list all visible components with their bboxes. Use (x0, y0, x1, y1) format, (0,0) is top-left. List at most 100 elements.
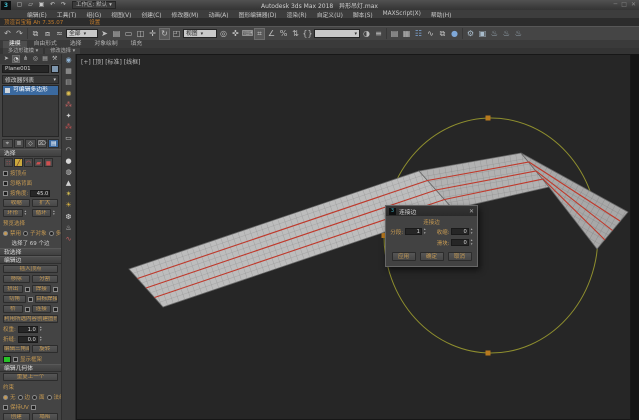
unlink-selection-icon[interactable]: ⧈ (42, 28, 53, 40)
insert-vertex-button[interactable]: 插入顶点 (3, 265, 58, 273)
graphite-ribbon-icon[interactable]: ▦ (401, 28, 412, 40)
open-file-icon[interactable]: ▱ (26, 1, 35, 9)
use-pivot-point-center-icon[interactable]: ◎ (218, 28, 229, 40)
layer-manager-icon[interactable]: ▤ (389, 28, 400, 40)
undo-icon[interactable]: ↶ (48, 1, 57, 9)
modifier-stack[interactable]: 可编辑多边形 (2, 85, 59, 137)
bulb-icon[interactable]: ✺ (63, 90, 74, 99)
chamfer-settings-button[interactable] (28, 297, 33, 302)
cone-icon[interactable]: ▲ (63, 179, 74, 188)
ok-button[interactable]: 确定 (420, 252, 444, 261)
target-weld-button[interactable]: 目标焊接 (35, 295, 58, 303)
render-activeshade-icon[interactable]: ♨ (513, 28, 524, 40)
create-shape-from-selection-button[interactable]: 利用所选内容创建图形 (3, 315, 58, 323)
sphere-icon[interactable]: ● (63, 157, 74, 166)
minimize-button[interactable]: ─ (614, 1, 618, 8)
by-angle-checkbox[interactable] (3, 191, 8, 196)
viewport-label[interactable]: [+] [顶] [标准] [线框] (81, 57, 140, 66)
modify-tab-icon[interactable]: ◔ (12, 55, 21, 63)
schematic-view-icon[interactable]: ⧉ (437, 28, 448, 40)
rollout-soft-selection[interactable]: 软选择 (0, 248, 61, 256)
select-and-link-icon[interactable]: ⧉ (30, 28, 41, 40)
connect-edges-dialog[interactable]: 3 连接边 ✕ 连接边 分段: 1 ▴▾ 收缩: 0 ▴▾ 滑块: 0 ▴▾ 应 (385, 205, 478, 267)
stack-item-editable-poly[interactable]: 可编辑多边形 (3, 86, 58, 95)
select-and-manipulate-icon[interactable]: ✜ (230, 28, 241, 40)
slide-spinner[interactable]: 0 (451, 239, 468, 246)
select-object-icon[interactable]: ➤ (99, 28, 110, 40)
reference-coordinate-system-dropdown[interactable]: 视图▾ (183, 29, 217, 38)
subobject-vertex-icon[interactable]: ∷ (4, 158, 13, 167)
plugin-bar-extra[interactable]: 设置 (89, 18, 100, 26)
snaps-toggle-icon[interactable]: ⌗ (254, 28, 265, 40)
dome-icon[interactable]: ◠ (63, 146, 74, 155)
preserve-uv-settings-button[interactable] (31, 405, 36, 410)
subobject-element-icon[interactable]: ◼ (44, 158, 53, 167)
connect-settings-button[interactable] (53, 307, 58, 312)
pinch-spinner[interactable]: 0 (451, 228, 468, 235)
dialog-title-bar[interactable]: 3 连接边 ✕ (386, 206, 477, 216)
angle-snap-icon[interactable]: ∠ (266, 28, 277, 40)
ribbon-tab-populate[interactable]: 填充 (125, 41, 149, 48)
ribbon-tab-freeform[interactable]: 自由形式 (28, 41, 63, 48)
preserve-uv-checkbox[interactable] (3, 405, 8, 410)
spray2-icon[interactable]: ⁂ (63, 123, 74, 132)
window-crossing-icon[interactable]: ◫ (135, 28, 146, 40)
crease-spinner[interactable]: 0.0 (18, 336, 38, 343)
undo-icon[interactable]: ↶ (2, 28, 13, 40)
render-production-icon[interactable]: ♨ (489, 28, 500, 40)
helix-icon[interactable]: ∿ (63, 235, 74, 244)
render-setup-icon[interactable]: ⚙ (465, 28, 476, 40)
light-icon[interactable]: ✦ (63, 112, 74, 121)
keyboard-shortcut-override-icon[interactable]: ⌨ (242, 28, 253, 40)
loop-spinner[interactable]: ▴▾ (53, 210, 58, 217)
grid-icon[interactable]: ▦ (63, 67, 74, 76)
configure-modifier-sets-icon[interactable]: ▤ (48, 139, 59, 148)
menu-maxscript[interactable]: MAXScript(X) (378, 11, 426, 17)
rollout-edit-geometry[interactable]: 编辑几何体 (0, 364, 61, 372)
ribbon-tab-object-paint[interactable]: 对象绘制 (88, 41, 123, 48)
create-tab-icon[interactable]: ➤ (2, 55, 11, 63)
shrink-button[interactable]: 收缩 (3, 199, 30, 207)
ring-button[interactable]: 环形 (3, 209, 23, 217)
remove-button[interactable]: 移除 (3, 275, 30, 283)
select-and-rotate-icon[interactable]: ↻ (159, 28, 170, 40)
grow-button[interactable]: 扩大 (32, 199, 59, 207)
sun-icon[interactable]: ☀ (63, 201, 74, 210)
preview-subobject-radio[interactable] (23, 231, 28, 236)
star-icon[interactable]: ✶ (63, 190, 74, 199)
spray-icon[interactable]: ⁂ (63, 101, 74, 110)
select-and-scale-icon[interactable]: ◰ (171, 28, 182, 40)
subobject-border-icon[interactable]: ◠ (24, 158, 33, 167)
modifier-list-dropdown[interactable]: 修改器列表 ▾ (2, 75, 59, 84)
rollout-selection[interactable]: 选择 (0, 149, 61, 157)
edit-named-selection-sets-icon[interactable]: {} (302, 28, 313, 40)
repeat-last-button[interactable]: 重复上一个 (3, 373, 58, 381)
curve-editor-icon[interactable]: ∿ (425, 28, 436, 40)
spinner-snap-icon[interactable]: ⇅ (290, 28, 301, 40)
chamfer-button[interactable]: 切角 (3, 295, 26, 303)
save-file-icon[interactable]: ▣ (37, 1, 46, 9)
constraint-face-radio[interactable] (32, 395, 37, 400)
disc-icon[interactable]: ◍ (63, 168, 74, 177)
subobject-edge-icon[interactable]: ╱ (14, 158, 23, 167)
select-and-move-icon[interactable]: ✛ (147, 28, 158, 40)
select-by-name-icon[interactable]: ▤ (111, 28, 122, 40)
dialog-close-icon[interactable]: ✕ (469, 208, 474, 215)
extrude-button[interactable]: 挤出 (3, 285, 23, 293)
object-color-swatch[interactable] (51, 65, 59, 73)
eye-icon[interactable]: ◉ (63, 56, 74, 65)
material-editor-icon[interactable]: ● (449, 28, 460, 40)
redo-icon[interactable]: ↷ (14, 28, 25, 40)
rendered-frame-window-icon[interactable]: ▣ (477, 28, 488, 40)
make-unique-icon[interactable]: ◇ (25, 139, 36, 148)
weld-button[interactable]: 焊接 (32, 285, 52, 293)
turn-button[interactable]: 旋转 (32, 345, 59, 353)
by-angle-spinner[interactable]: 45.0 (30, 190, 50, 197)
connect-button[interactable]: 连接 (32, 305, 52, 313)
teapot-icon[interactable]: ♨ (63, 224, 74, 233)
ribbon-tab-selection[interactable]: 选择 (64, 41, 88, 48)
utilities-tab-icon[interactable]: ⚒ (50, 55, 59, 63)
grid2-icon[interactable]: ▤ (63, 78, 74, 87)
3dsmax-app-icon[interactable]: 3 (1, 1, 11, 10)
rectangular-selection-region-icon[interactable]: ▭ (123, 28, 134, 40)
